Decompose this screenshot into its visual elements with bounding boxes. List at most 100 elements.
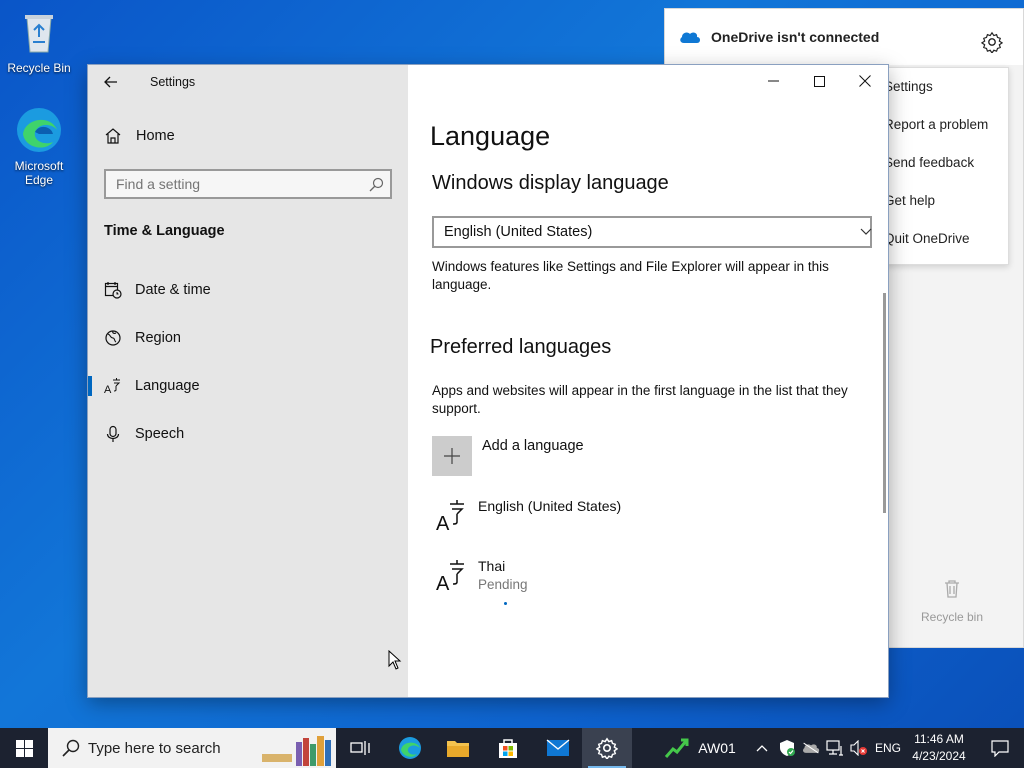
menu-item-settings[interactable]: Settings	[876, 68, 1008, 106]
nav-label: Speech	[135, 426, 185, 442]
language-icon: A	[104, 378, 121, 395]
svg-text:A: A	[104, 384, 112, 395]
search-input[interactable]	[116, 176, 356, 192]
taskbar-file-explorer[interactable]	[434, 728, 482, 768]
stock-chart-icon	[665, 738, 689, 758]
nav-item-speech[interactable]: Speech	[88, 414, 408, 454]
input-language-indicator[interactable]: ENG	[872, 728, 904, 768]
clock-time: 11:46 AM	[914, 732, 964, 746]
trash-icon	[945, 580, 959, 598]
maximize-icon	[813, 75, 825, 87]
language-item-thai[interactable]: Thai	[478, 558, 505, 574]
edge-icon	[17, 108, 61, 152]
windows-logo-icon	[15, 739, 33, 757]
nav-item-language[interactable]: A Language	[88, 366, 408, 406]
books-highlight-icon	[262, 736, 331, 766]
add-language-label[interactable]: Add a language	[482, 438, 584, 454]
home-icon	[105, 128, 121, 144]
back-arrow-icon	[104, 76, 117, 88]
minimize-button[interactable]	[750, 65, 796, 97]
tray-network[interactable]	[824, 728, 846, 768]
show-hidden-icons-button[interactable]	[752, 728, 772, 768]
search-icon	[369, 177, 384, 192]
taskbar-store[interactable]	[484, 728, 532, 768]
onedrive-cloud-icon	[680, 32, 700, 43]
desktop-icon-edge[interactable]: Microsoft Edge	[4, 106, 74, 187]
mail-icon	[546, 739, 570, 756]
back-button[interactable]	[98, 69, 124, 95]
settings-search-box[interactable]	[104, 169, 392, 199]
start-button[interactable]	[0, 728, 48, 768]
taskbar-search-placeholder: Type here to search	[88, 739, 221, 757]
display-language-dropdown[interactable]: English (United States)	[432, 216, 872, 248]
tray-onedrive[interactable]	[800, 728, 822, 768]
close-icon	[859, 75, 871, 87]
taskbar-network-widget[interactable]: AW01	[660, 728, 740, 768]
display-language-heading: Windows display language	[432, 172, 669, 194]
taskbar-clock[interactable]: 11:46 AM 4/23/2024	[906, 731, 972, 765]
onedrive-cloud-icon	[803, 742, 820, 754]
svg-text:A: A	[436, 513, 450, 532]
plus-icon	[444, 448, 460, 464]
minimize-icon	[767, 80, 779, 82]
home-label: Home	[136, 128, 175, 144]
onedrive-recycle-bin-button[interactable]: Recycle bin	[917, 579, 987, 624]
recycle-bin-icon	[25, 15, 53, 53]
onedrive-menu: Settings Report a problem Send feedback …	[875, 67, 1009, 265]
shield-icon	[780, 740, 795, 756]
nav-item-date-time[interactable]: Date & time	[88, 270, 408, 310]
language-icon[interactable]: A	[436, 558, 466, 592]
task-view-icon	[350, 741, 370, 755]
nav-item-region[interactable]: Region	[88, 318, 408, 358]
task-view-button[interactable]	[336, 728, 384, 768]
menu-item-get-help[interactable]: Get help	[876, 182, 1008, 220]
taskbar-settings[interactable]	[582, 728, 632, 768]
chevron-down-icon	[860, 228, 872, 235]
onedrive-header: OneDrive isn't connected	[665, 9, 1023, 65]
section-title: Time & Language	[104, 223, 225, 239]
page-title: Language	[430, 121, 551, 151]
calendar-clock-icon	[104, 282, 122, 299]
network-icon	[826, 740, 843, 756]
language-item-english[interactable]: English (United States)	[478, 498, 621, 514]
preferred-languages-description: Apps and websites will appear in the fir…	[432, 383, 848, 416]
mouse-cursor-icon	[388, 650, 402, 670]
clock-date: 4/23/2024	[912, 749, 966, 763]
folder-icon	[447, 741, 469, 757]
tray-volume[interactable]	[848, 728, 870, 768]
home-nav[interactable]: Home	[104, 127, 175, 145]
taskbar-mail[interactable]	[534, 728, 582, 768]
notification-center-button[interactable]	[976, 728, 1024, 768]
menu-item-report-problem[interactable]: Report a problem	[876, 106, 1008, 144]
taskbar-edge[interactable]	[386, 728, 434, 768]
taskbar: Type here to search AW01 ENG 11:46 AM 4/…	[0, 728, 1024, 768]
desktop-icon-recycle-bin[interactable]: Recycle Bin	[4, 8, 74, 75]
desktop-icon-label: Microsoft	[14, 159, 64, 173]
nav-label: Date & time	[135, 282, 211, 298]
desktop-icon-label: Recycle Bin	[7, 61, 71, 75]
nav-label: Region	[135, 330, 181, 346]
microphone-icon	[106, 425, 120, 442]
dropdown-selected-value: English (United States)	[444, 224, 593, 240]
tray-security[interactable]	[776, 728, 798, 768]
desktop-icon-label: Edge	[24, 173, 54, 187]
window-title: Settings	[150, 75, 196, 89]
menu-item-quit-onedrive[interactable]: Quit OneDrive	[876, 220, 1008, 258]
gear-icon[interactable]	[981, 31, 1003, 53]
edge-icon	[399, 737, 421, 759]
volume-muted-icon	[850, 740, 867, 756]
recycle-bin-label: Recycle bin	[920, 610, 984, 624]
taskbar-search-box[interactable]: Type here to search	[48, 728, 336, 768]
close-button[interactable]	[842, 65, 888, 97]
language-icon[interactable]: A	[436, 498, 466, 532]
add-language-button[interactable]	[432, 436, 472, 476]
maximize-button[interactable]	[796, 65, 842, 97]
scrollbar[interactable]	[883, 293, 886, 513]
preferred-languages-heading: Preferred languages	[430, 336, 612, 358]
globe-icon	[105, 330, 121, 346]
nav-label: Language	[135, 378, 200, 394]
menu-item-send-feedback[interactable]: Send feedback	[876, 144, 1008, 182]
settings-window: Settings Home Time & Language Date & tim…	[88, 65, 888, 697]
search-icon	[62, 739, 80, 757]
svg-text:A: A	[436, 573, 450, 592]
